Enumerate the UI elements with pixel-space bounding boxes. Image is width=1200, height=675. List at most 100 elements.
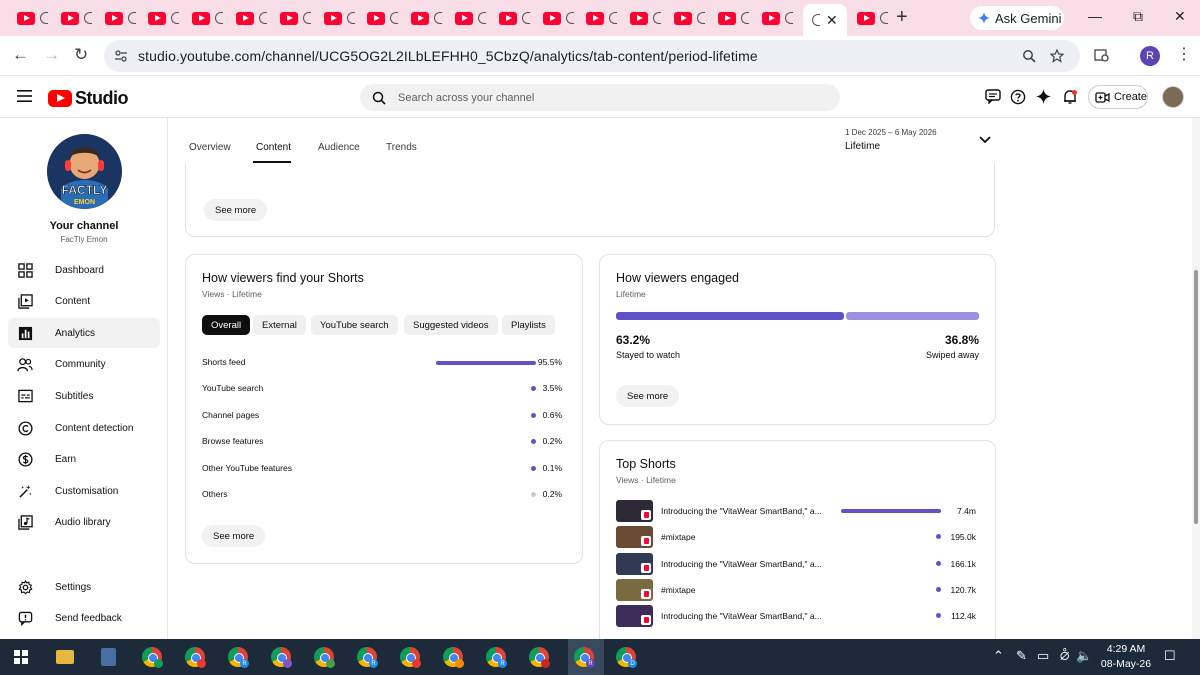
chrome-profile-icon[interactable] xyxy=(400,647,421,668)
filter-chip-playlists[interactable]: Playlists xyxy=(502,315,555,335)
short-thumbnail[interactable] xyxy=(616,552,653,575)
help-icon[interactable] xyxy=(1010,89,1026,105)
reading-mode-icon[interactable] xyxy=(1094,49,1110,63)
notifications-bell-icon[interactable] xyxy=(1062,89,1078,105)
filter-chip-external[interactable]: External xyxy=(253,315,306,335)
forward-button[interactable]: → xyxy=(43,44,60,66)
sidebar-item-dashboard[interactable]: Dashboard xyxy=(8,255,160,285)
top-short-row[interactable]: Introducing the "VitaWear SmartBand," a.… xyxy=(616,605,976,628)
close-tab-icon[interactable]: ✕ xyxy=(826,13,838,27)
scrollbar-thumb[interactable] xyxy=(1194,270,1198,524)
restore-window-button[interactable]: ⧉ xyxy=(1133,8,1143,25)
youtube-studio-logo[interactable]: Studio xyxy=(48,88,129,109)
chrome-profile-icon[interactable] xyxy=(443,647,464,668)
close-window-button[interactable]: ✕ xyxy=(1174,8,1186,25)
browser-tab[interactable] xyxy=(753,5,793,31)
site-settings-icon[interactable] xyxy=(114,49,128,63)
top-short-row[interactable]: #mixtape 195.0k xyxy=(616,526,976,549)
browser-tab[interactable] xyxy=(577,5,618,31)
zoom-icon[interactable] xyxy=(1022,49,1036,63)
sidebar-item-audio-library[interactable]: Audio library xyxy=(8,508,160,538)
browser-tab[interactable] xyxy=(621,5,662,31)
sidebar-item-subtitles[interactable]: Subtitles xyxy=(8,381,160,411)
filter-chip-overall[interactable]: Overall xyxy=(202,315,251,335)
filter-chip-suggested-videos[interactable]: Suggested videos xyxy=(404,315,498,335)
channel-search-bar[interactable]: Search across your channel xyxy=(360,84,840,111)
channel-avatar[interactable]: FACTLY EMON xyxy=(47,134,122,209)
sidebar-item-content-detection[interactable]: Content detection xyxy=(8,413,160,443)
chrome-profile-icon[interactable]: R xyxy=(486,647,507,668)
browser-tab[interactable] xyxy=(709,5,749,31)
see-more-button[interactable]: See more xyxy=(202,525,266,547)
tab-content[interactable]: Content xyxy=(256,142,291,153)
chrome-profile-icon[interactable] xyxy=(185,647,206,668)
chrome-profile-icon[interactable]: R xyxy=(357,647,378,668)
browser-tab[interactable] xyxy=(490,5,530,31)
chevron-down-icon[interactable] xyxy=(979,136,991,144)
filter-chip-youtube-search[interactable]: YouTube search xyxy=(311,315,398,335)
short-title[interactable]: Introducing the "VitaWear SmartBand," a.… xyxy=(661,559,822,569)
sidebar-item-settings[interactable]: Settings xyxy=(8,572,160,602)
browser-tab[interactable] xyxy=(665,5,705,31)
sidebar-item-content[interactable]: Content xyxy=(8,287,160,317)
new-tab-button[interactable]: + xyxy=(896,6,908,28)
battery-icon[interactable]: ▭ xyxy=(1037,648,1049,664)
browser-tab[interactable] xyxy=(96,5,136,31)
short-thumbnail[interactable] xyxy=(616,578,653,601)
clock-time[interactable]: 4:29 AM xyxy=(1100,643,1152,655)
windows-start-icon[interactable] xyxy=(14,650,28,664)
browser-tab[interactable] xyxy=(402,5,443,31)
top-short-row[interactable]: Introducing the "VitaWear SmartBand," a.… xyxy=(616,552,976,575)
sparkle-icon[interactable] xyxy=(1036,89,1051,104)
short-thumbnail[interactable] xyxy=(616,500,653,522)
tab-overview[interactable]: Overview xyxy=(189,142,231,153)
browser-tab[interactable] xyxy=(271,5,311,31)
browser-tab[interactable] xyxy=(8,5,48,31)
short-title[interactable]: #mixtape xyxy=(661,585,696,595)
sidebar-item-analytics[interactable]: Analytics xyxy=(8,318,160,349)
ask-gemini-button[interactable]: Ask Gemini xyxy=(970,6,1064,30)
browser-tab[interactable] xyxy=(534,5,574,31)
browser-tab[interactable] xyxy=(848,5,888,31)
sidebar-item-customisation[interactable]: Customisation xyxy=(8,476,160,506)
chevron-up-icon[interactable]: ⌃ xyxy=(993,648,1004,664)
chrome-profile-icon[interactable]: R xyxy=(574,647,595,668)
account-avatar[interactable] xyxy=(1162,86,1184,108)
back-button[interactable]: ← xyxy=(12,44,29,66)
page-scrollbar[interactable] xyxy=(1192,118,1200,639)
sidebar-item-earn[interactable]: Earn xyxy=(8,445,160,475)
create-button[interactable]: Create xyxy=(1088,85,1148,109)
see-more-button[interactable]: See more xyxy=(204,199,268,221)
short-thumbnail[interactable] xyxy=(616,526,653,549)
date-period-label[interactable]: Lifetime xyxy=(845,141,880,152)
short-thumbnail[interactable] xyxy=(616,605,653,628)
top-short-row[interactable]: #mixtape 120.7k xyxy=(616,578,976,601)
browser-menu-icon[interactable]: ⋮ xyxy=(1176,44,1192,64)
browser-tab[interactable]: ✕ xyxy=(803,4,847,36)
browser-tab[interactable] xyxy=(227,5,267,31)
sidebar-item-send-feedback[interactable]: Send feedback xyxy=(8,603,160,633)
bookmark-star-icon[interactable] xyxy=(1050,49,1064,63)
chrome-profile-icon[interactable]: R xyxy=(228,647,249,668)
tab-trends[interactable]: Trends xyxy=(386,142,417,153)
browser-tab[interactable] xyxy=(358,5,399,31)
short-title[interactable]: Introducing the "VitaWear SmartBand," a.… xyxy=(661,506,822,516)
browser-tab[interactable] xyxy=(139,5,180,31)
volume-icon[interactable]: 🔈 xyxy=(1076,648,1092,664)
calculator-icon[interactable] xyxy=(101,648,116,666)
chrome-profile-icon[interactable]: D xyxy=(616,647,637,668)
chrome-profile-icon[interactable] xyxy=(271,647,292,668)
chrome-profile-icon[interactable] xyxy=(529,647,550,668)
file-explorer-icon[interactable] xyxy=(56,650,74,664)
browser-tab[interactable] xyxy=(52,5,92,31)
feedback-icon[interactable] xyxy=(985,89,1001,104)
address-bar[interactable]: studio.youtube.com/channel/UCG5OG2L2ILbL… xyxy=(104,40,1080,72)
browser-tab[interactable] xyxy=(315,5,355,31)
chrome-profile-icon[interactable] xyxy=(314,647,335,668)
reload-button[interactable]: ↻ xyxy=(74,44,88,66)
browser-profile-avatar[interactable]: R xyxy=(1140,46,1160,66)
clock-date[interactable]: 08-May-26 xyxy=(1096,658,1156,670)
browser-tab[interactable] xyxy=(183,5,224,31)
short-title[interactable]: #mixtape xyxy=(661,532,696,542)
menu-icon[interactable] xyxy=(17,90,32,102)
